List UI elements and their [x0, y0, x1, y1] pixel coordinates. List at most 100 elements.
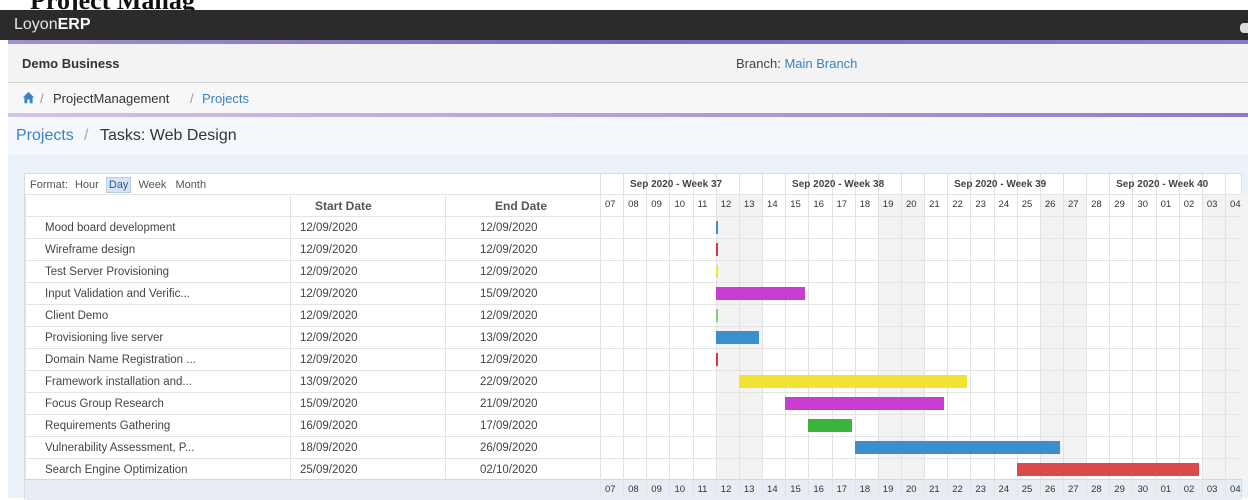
week-header: Sep 2020 - Week 37: [630, 179, 723, 190]
branch-info: Branch: Main Branch: [736, 56, 858, 71]
clipped-heading: Project Manag: [0, 0, 1248, 10]
task-start-date: 13/09/2020: [300, 376, 358, 388]
day-label: 01: [1160, 199, 1172, 210]
format-label: Format:: [30, 179, 68, 191]
task-bar[interactable]: [785, 397, 945, 410]
task-bar[interactable]: [715, 309, 718, 322]
business-name: Demo Business: [22, 56, 120, 71]
day-label: 26: [1044, 199, 1056, 210]
day-label: 20: [905, 199, 917, 210]
day-label: 04: [1230, 199, 1241, 210]
task-bar[interactable]: [1016, 463, 1199, 476]
day-label: 09: [651, 484, 662, 495]
day-label: 12: [720, 199, 732, 210]
format-month[interactable]: Month: [173, 178, 208, 192]
day-label: 15: [790, 484, 801, 495]
day-label: 08: [628, 199, 639, 210]
task-end-date: 12/09/2020: [480, 222, 538, 234]
day-label: 07: [605, 484, 616, 495]
app-brand[interactable]: LoyonERP: [14, 16, 91, 34]
day-label: 17: [836, 484, 848, 495]
task-name: Requirements Gathering: [45, 420, 171, 432]
task-row[interactable]: Client Demo 12/09/2020 12/09/2020: [25, 304, 1241, 327]
day-label: 25: [1021, 199, 1033, 210]
task-end-date: 12/09/2020: [480, 310, 538, 322]
page-title-bar: Projects / Tasks: Web Design: [8, 117, 1248, 155]
week-header: Sep 2020 - Week 40: [1116, 179, 1209, 190]
format-hour[interactable]: Hour: [73, 178, 101, 192]
day-label: 17: [836, 199, 848, 210]
task-bar[interactable]: [715, 353, 718, 366]
day-label: 11: [697, 484, 708, 495]
task-name: Provisioning live server: [45, 332, 164, 344]
week-header: Sep 2020 - Week 38: [792, 179, 885, 190]
day-label: 27: [1068, 484, 1079, 495]
task-bar[interactable]: [715, 331, 760, 344]
day-label: 10: [674, 199, 686, 210]
end-date-header[interactable]: End Date: [495, 199, 547, 213]
task-bar[interactable]: [738, 375, 968, 388]
task-row[interactable]: Provisioning live server 12/09/2020 13/09/…: [25, 326, 1241, 349]
day-label: 21: [929, 199, 940, 210]
day-label: 21: [929, 484, 940, 495]
day-label: 25: [1021, 484, 1033, 495]
day-label: 12: [720, 484, 732, 495]
gantt-chart: Format: Hour Day Week Month Start Date E…: [24, 173, 1248, 500]
week-header: Sep 2020 - Week 39: [954, 179, 1047, 190]
task-bar[interactable]: [808, 419, 852, 432]
task-row[interactable]: Input Validation and Verific... 12/09/202…: [25, 282, 1241, 305]
task-name: Test Server Provisioning: [45, 266, 169, 278]
title-projects-link[interactable]: Projects: [16, 127, 74, 145]
day-label: 09: [651, 199, 662, 210]
day-label: 07: [605, 199, 616, 210]
task-end-date: 21/09/2020: [480, 398, 538, 410]
format-day[interactable]: Day: [105, 177, 132, 193]
breadcrumb-module[interactable]: ProjectManagement: [53, 91, 169, 106]
task-bar[interactable]: [715, 265, 718, 278]
branch-link[interactable]: Main Branch: [784, 56, 857, 71]
breadcrumb-current[interactable]: Projects: [202, 91, 249, 106]
day-label: 08: [628, 484, 639, 495]
day-label: 02: [1183, 484, 1195, 495]
task-row[interactable]: Mood board development 12/09/2020 12/09/20…: [25, 216, 1241, 239]
task-bar[interactable]: [715, 221, 718, 234]
task-end-date: 12/09/2020: [480, 244, 538, 256]
task-start-date: 12/09/2020: [300, 222, 358, 234]
business-bar: Demo Business Branch: Main Branch: [8, 44, 1248, 83]
task-start-date: 12/09/2020: [300, 354, 358, 366]
task-name: Wireframe design: [45, 244, 136, 256]
task-row[interactable]: Framework installation and... 13/09/2020 2…: [25, 370, 1241, 393]
day-label: 16: [813, 199, 824, 210]
notification-icon[interactable]: [1240, 23, 1248, 33]
task-start-date: 18/09/2020: [300, 442, 358, 454]
day-label: 26: [1044, 484, 1056, 495]
start-date-header[interactable]: Start Date: [315, 199, 372, 213]
day-label: 18: [859, 484, 871, 495]
task-row[interactable]: Domain Name Registration ... 12/09/2020 12…: [25, 348, 1241, 371]
task-row[interactable]: Test Server Provisioning 12/09/2020 12/09/…: [25, 260, 1241, 283]
task-row[interactable]: Focus Group Research 15/09/2020 21/09/2020: [25, 392, 1241, 415]
task-bar[interactable]: [715, 243, 718, 256]
breadcrumb: / ProjectManagement / Projects: [8, 83, 1248, 114]
task-start-date: 12/09/2020: [300, 332, 358, 344]
task-end-date: 15/09/2020: [480, 288, 538, 300]
task-start-date: 12/09/2020: [300, 266, 358, 278]
day-label: 23: [975, 484, 986, 495]
day-label: 24: [998, 484, 1010, 495]
task-bar[interactable]: [854, 441, 1060, 454]
header-divider: [25, 194, 1241, 195]
day-label: 14: [767, 484, 778, 495]
day-label: 04: [1230, 484, 1241, 495]
task-name: Client Demo: [45, 310, 109, 322]
format-week[interactable]: Week: [137, 178, 169, 192]
task-end-date: 12/09/2020: [480, 354, 538, 366]
task-row[interactable]: Requirements Gathering 16/09/2020 17/09/20…: [25, 414, 1241, 437]
day-label: 28: [1091, 484, 1102, 495]
task-end-date: 17/09/2020: [480, 420, 538, 432]
format-selector: Format: Hour Day Week Month: [30, 177, 208, 193]
task-bar[interactable]: [715, 287, 806, 300]
day-label: 16: [813, 484, 824, 495]
home-icon[interactable]: [22, 91, 35, 104]
task-row[interactable]: Wireframe design 12/09/2020 12/09/2020: [25, 238, 1241, 261]
day-label: 18: [859, 199, 871, 210]
